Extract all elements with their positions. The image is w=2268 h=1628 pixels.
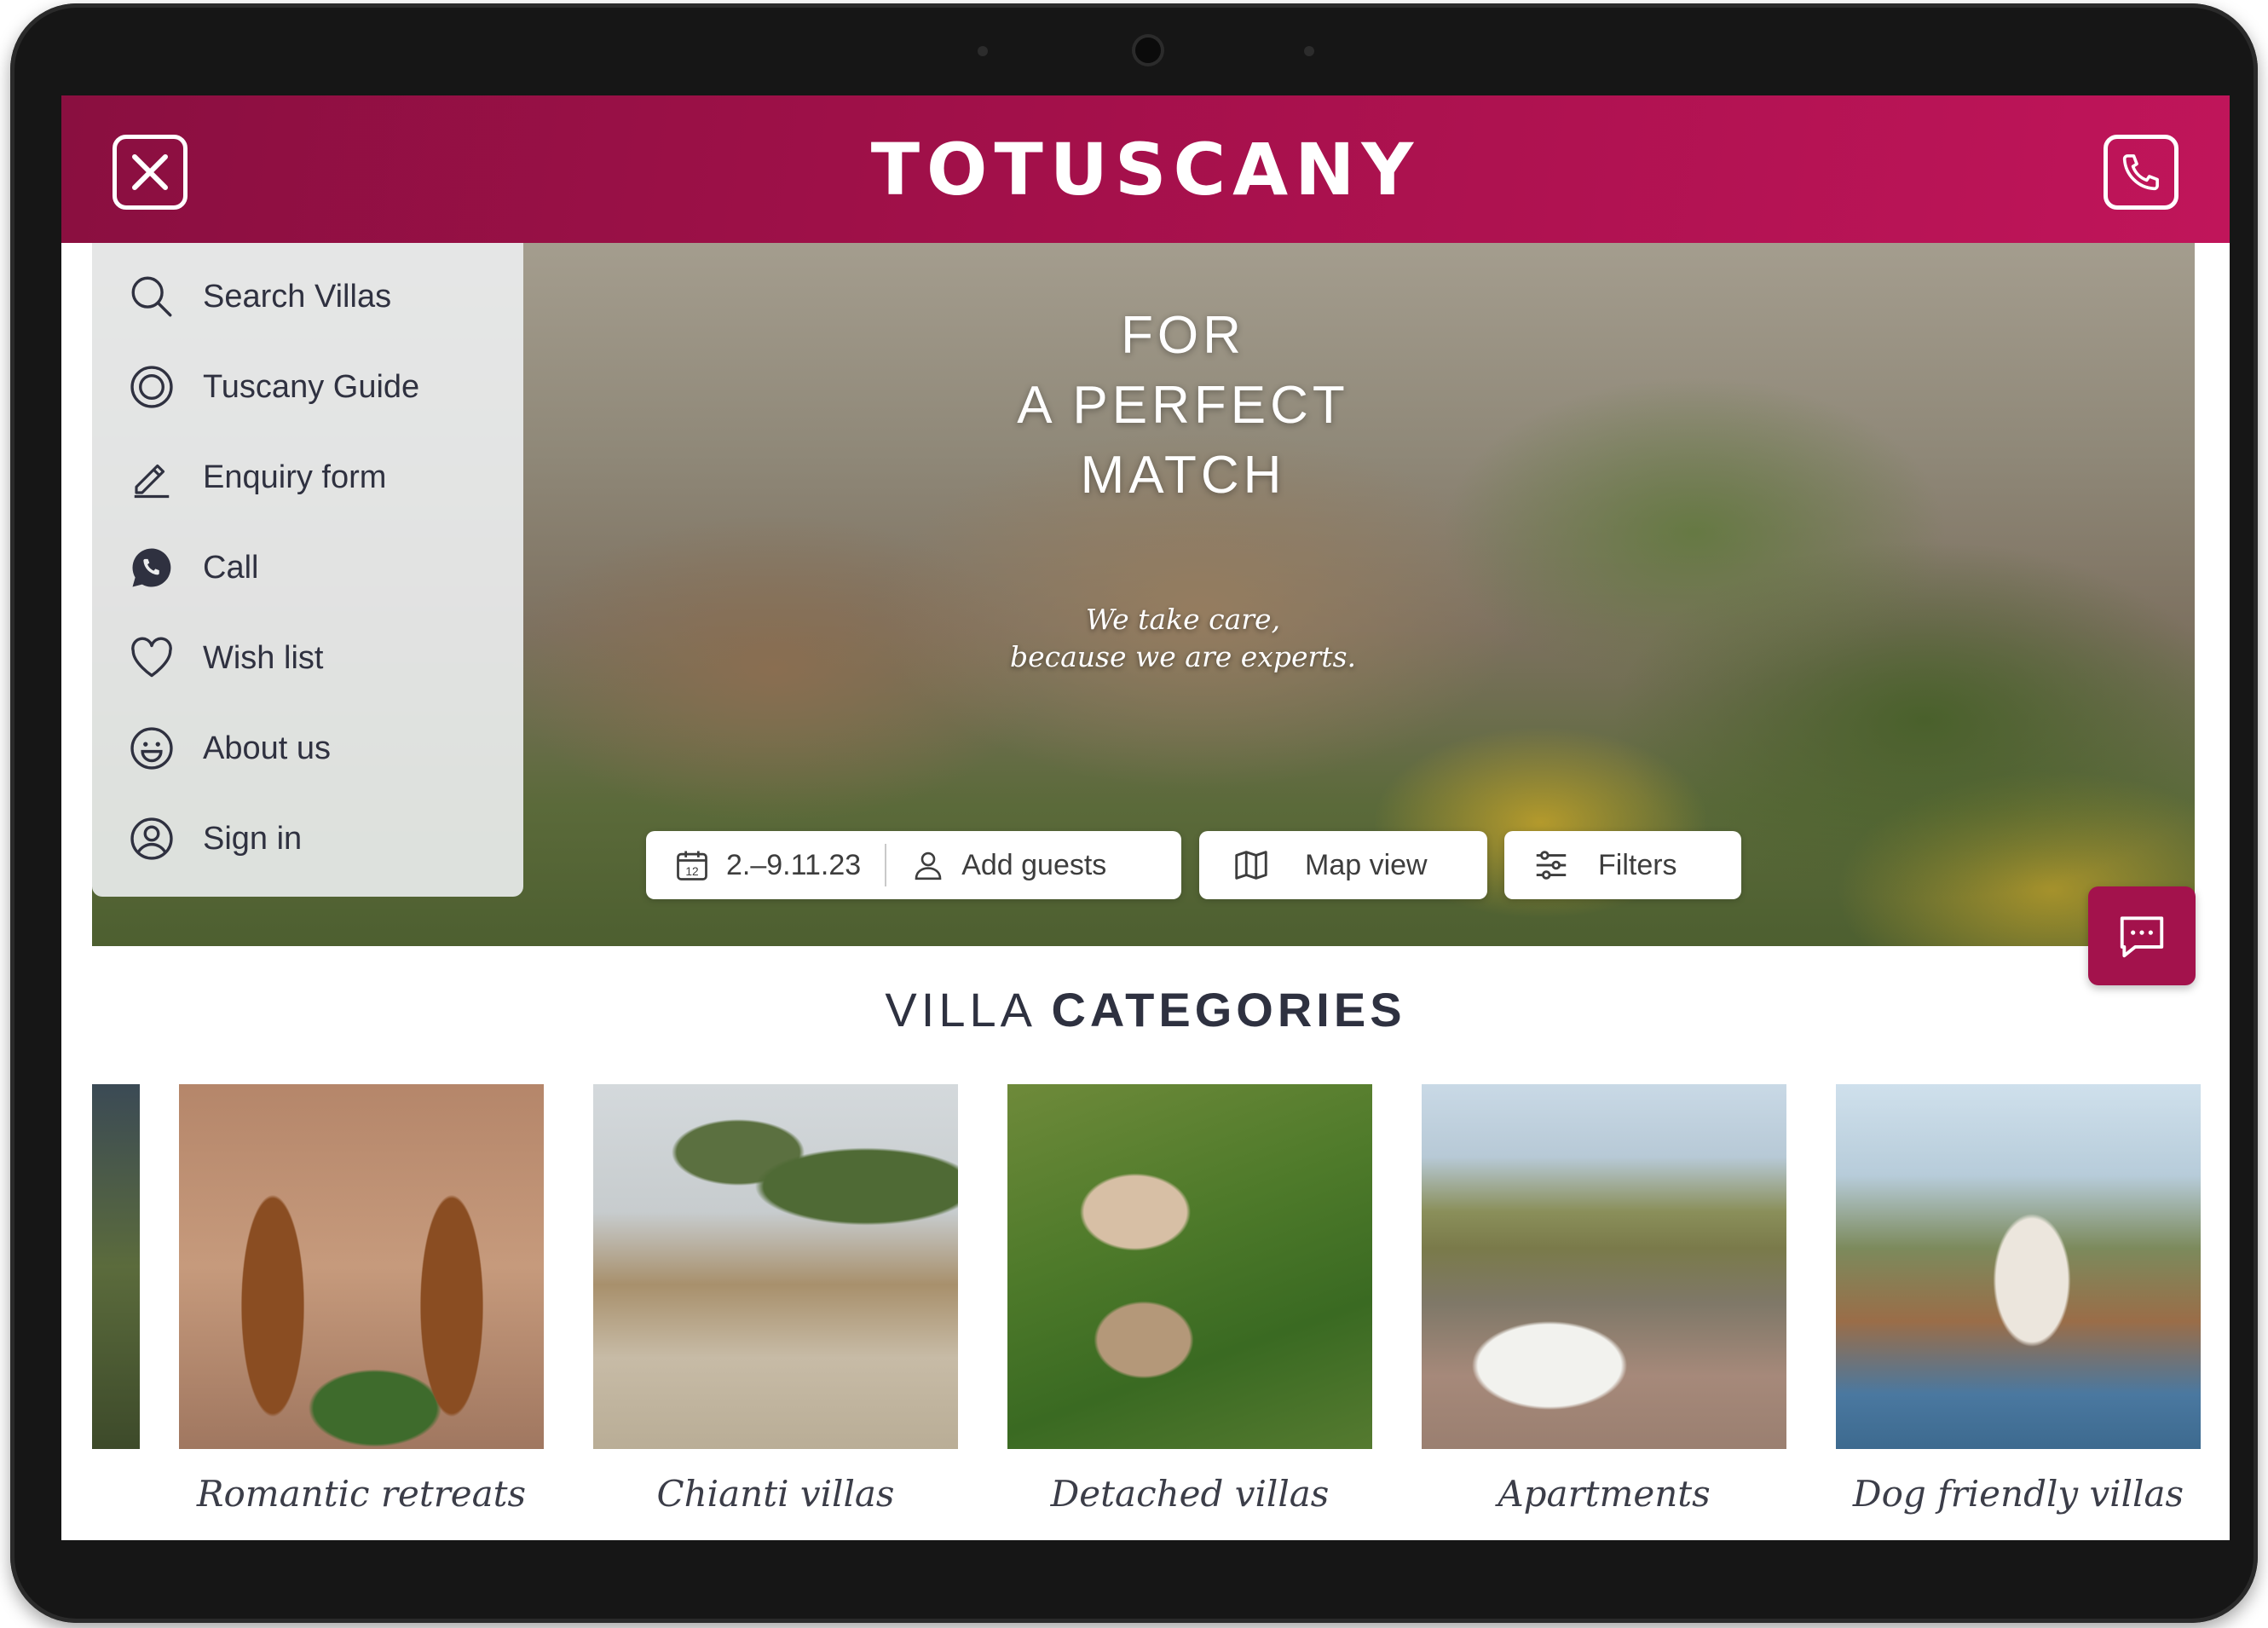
menu-item-sign-in[interactable]: Sign in — [126, 809, 501, 869]
category-image — [1836, 1084, 2201, 1449]
filters-button[interactable]: Filters — [1504, 831, 1741, 899]
screen: TOTUSCANY FOR A PERFECT MATCH We take ca… — [61, 95, 2230, 1540]
hero-subtitle: We take care, because we are experts. — [970, 601, 1396, 676]
chat-icon — [2120, 916, 2164, 958]
categories-title-bold: CATEGORIES — [1051, 983, 1406, 1036]
menu-item-about-us[interactable]: About us — [126, 719, 501, 778]
menu-item-label: Tuscany Guide — [203, 368, 420, 405]
category-image — [1007, 1084, 1372, 1449]
add-guests-label: Add guests — [961, 848, 1107, 881]
category-card-apartments[interactable]: Apartments — [1422, 1084, 1786, 1515]
call-bubble-icon — [126, 542, 177, 593]
category-label: Dog friendly villas — [1852, 1473, 2184, 1515]
hero-title-line: MATCH — [1080, 446, 1286, 505]
divider — [885, 844, 887, 886]
date-picker[interactable]: 12 2.–9.11.23 — [646, 831, 861, 899]
menu-item-label: Sign in — [203, 820, 303, 857]
calendar-day: 12 — [685, 865, 698, 878]
front-camera — [1135, 38, 1161, 63]
category-label: Apartments — [1498, 1473, 1711, 1515]
category-label: Chianti villas — [656, 1473, 895, 1515]
smiley-icon — [126, 723, 177, 774]
chat-button[interactable] — [2088, 886, 2196, 985]
phone-icon — [2122, 154, 2159, 191]
sensor-dot — [1304, 46, 1314, 56]
target-icon — [126, 361, 177, 413]
side-menu: Search Villas Tuscany Guide Enquiry form… — [92, 243, 523, 897]
hero-subtitle-line: because we are experts. — [1009, 640, 1356, 673]
menu-item-label: Search Villas — [203, 278, 392, 315]
category-label: Romantic retreats — [196, 1473, 527, 1515]
map-view-button[interactable]: Map view — [1199, 831, 1487, 899]
category-card-partial[interactable] — [92, 1084, 140, 1449]
category-image — [593, 1084, 958, 1449]
category-card-romantic-retreats[interactable]: Romantic retreats — [179, 1084, 544, 1515]
hero-title: FOR A PERFECT MATCH — [970, 301, 1396, 511]
hero-subtitle-line: We take care, — [1085, 603, 1281, 636]
sliders-icon — [1536, 851, 1567, 880]
app-header: TOTUSCANY — [61, 95, 2230, 243]
user-circle-icon — [126, 813, 177, 864]
hero-title-line: FOR — [1121, 306, 1245, 365]
menu-item-label: Wish list — [203, 639, 324, 676]
menu-item-call[interactable]: Call — [126, 538, 501, 598]
filters-label: Filters — [1598, 848, 1677, 881]
date-range: 2.–9.11.23 — [726, 848, 862, 881]
categories-title-light: VILLA — [885, 983, 1034, 1036]
menu-item-label: About us — [203, 730, 331, 766]
category-image — [1422, 1084, 1786, 1449]
heart-icon — [126, 632, 177, 684]
brand-logo[interactable]: TOTUSCANY — [61, 128, 2230, 211]
person-icon — [915, 852, 942, 880]
menu-item-search-villas[interactable]: Search Villas — [126, 267, 501, 326]
search-bar: 12 2.–9.11.23 Add guests — [646, 831, 1181, 899]
add-guests-button[interactable]: Add guests — [910, 831, 1106, 899]
menu-item-tuscany-guide[interactable]: Tuscany Guide — [126, 357, 501, 417]
categories-title: VILLA CATEGORIES — [61, 982, 2230, 1037]
calendar-icon: 12 — [677, 851, 707, 880]
menu-item-wish-list[interactable]: Wish list — [126, 628, 501, 688]
category-label: Detached villas — [1050, 1473, 1330, 1515]
category-card-chianti-villas[interactable]: Chianti villas — [593, 1084, 958, 1515]
pencil-icon — [126, 452, 177, 503]
search-icon — [126, 271, 177, 322]
map-icon — [1235, 851, 1267, 880]
call-button[interactable] — [2104, 135, 2179, 210]
category-card-detached-villas[interactable]: Detached villas — [1007, 1084, 1372, 1515]
map-view-label: Map view — [1305, 848, 1428, 881]
sensor-dot — [978, 46, 988, 56]
hero-title-line: A PERFECT — [1017, 376, 1349, 435]
menu-item-enquiry-form[interactable]: Enquiry form — [126, 447, 501, 507]
category-image — [179, 1084, 544, 1449]
menu-item-label: Enquiry form — [203, 459, 387, 495]
category-card-dog-friendly-villas[interactable]: Dog friendly villas — [1836, 1084, 2201, 1515]
tablet-frame: TOTUSCANY FOR A PERFECT MATCH We take ca… — [10, 3, 2258, 1623]
category-carousel: Romantic retreats Chianti villas Detache… — [61, 1084, 2230, 1540]
menu-item-label: Call — [203, 549, 259, 586]
